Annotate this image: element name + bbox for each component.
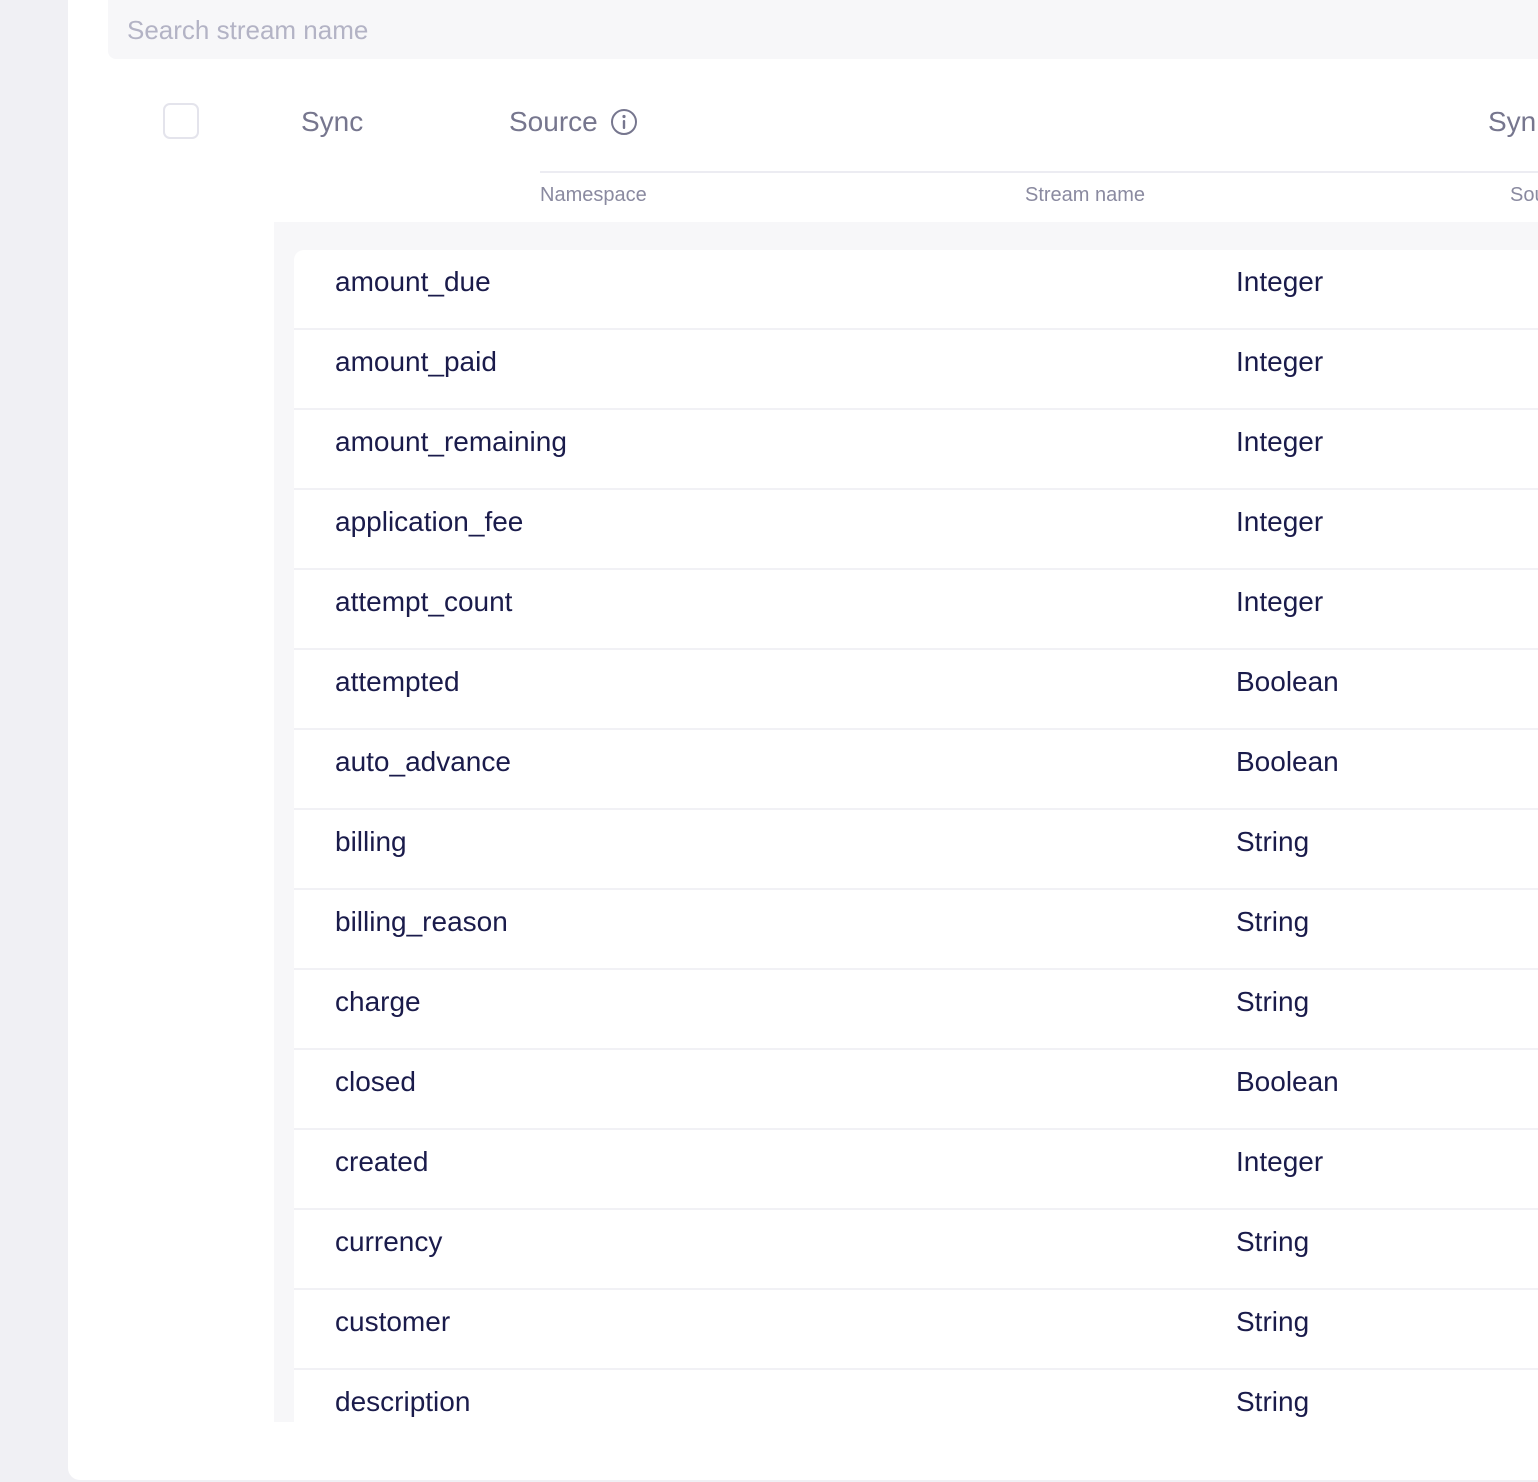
- field-type: String: [1236, 826, 1310, 857]
- field-name: amount_due: [335, 266, 491, 297]
- subheader-stream-name: Stream name: [1025, 184, 1146, 206]
- field-row[interactable]: closed Boolean: [294, 1050, 1538, 1130]
- field-name: closed: [335, 1066, 416, 1097]
- field-type: Integer: [1236, 426, 1324, 457]
- field-type: String: [1236, 1306, 1310, 1337]
- field-row[interactable]: auto_advance Boolean: [294, 730, 1538, 810]
- column-header-sync: Sync: [301, 106, 364, 137]
- field-type: Integer: [1236, 586, 1324, 617]
- field-row[interactable]: attempt_count Integer: [294, 570, 1538, 650]
- field-name: charge: [335, 986, 421, 1017]
- field-row[interactable]: charge String: [294, 970, 1538, 1050]
- field-type: String: [1236, 906, 1310, 937]
- column-header-sync-mode: Syn: [1488, 106, 1537, 137]
- search-stream-input[interactable]: [108, 0, 1538, 59]
- column-header-source: Source: [509, 106, 638, 138]
- field-row[interactable]: amount_due Integer: [294, 250, 1538, 330]
- field-row[interactable]: customer String: [294, 1290, 1538, 1370]
- field-type: Boolean: [1236, 1066, 1339, 1097]
- field-type: Integer: [1236, 346, 1324, 377]
- field-name: attempted: [335, 666, 460, 697]
- field-name: attempt_count: [335, 586, 513, 617]
- field-type: Integer: [1236, 266, 1324, 297]
- field-row[interactable]: created Integer: [294, 1130, 1538, 1210]
- field-name: amount_paid: [335, 346, 497, 377]
- field-row[interactable]: billing String: [294, 810, 1538, 890]
- column-header-source-label: Source: [509, 106, 598, 137]
- field-type: String: [1236, 1386, 1310, 1417]
- field-row[interactable]: description String: [294, 1370, 1538, 1422]
- page: Sync Source Syn Namespace Stream name So…: [0, 0, 1538, 1482]
- field-type: Boolean: [1236, 666, 1339, 697]
- field-name: currency: [335, 1226, 443, 1257]
- field-name: customer: [335, 1306, 451, 1337]
- field-name: auto_advance: [335, 746, 511, 777]
- field-row[interactable]: amount_remaining Integer: [294, 410, 1538, 490]
- fields-table: amount_due Integer amount_paid Integer amoun…: [294, 250, 1538, 1422]
- field-type: String: [1236, 1226, 1310, 1257]
- field-row[interactable]: attempted Boolean: [294, 650, 1538, 730]
- header-divider: [540, 171, 1538, 173]
- field-name: billing: [335, 826, 407, 857]
- field-name: amount_remaining: [335, 426, 567, 457]
- field-type: Integer: [1236, 506, 1324, 537]
- field-row[interactable]: billing_reason String: [294, 890, 1538, 970]
- field-name: created: [335, 1146, 429, 1177]
- fields-panel: amount_due Integer amount_paid Integer amoun…: [274, 222, 1538, 1422]
- subheader-namespace: Namespace: [540, 184, 647, 206]
- stream-config-card: Sync Source Syn Namespace Stream name So…: [68, 0, 1538, 1480]
- field-row[interactable]: amount_paid Integer: [294, 330, 1538, 410]
- info-circle-icon[interactable]: [610, 108, 638, 136]
- field-name: billing_reason: [335, 906, 508, 937]
- select-all-checkbox[interactable]: [163, 103, 199, 139]
- field-type: String: [1236, 986, 1310, 1017]
- field-type: Boolean: [1236, 746, 1339, 777]
- field-name: description: [335, 1386, 471, 1417]
- field-name: application_fee: [335, 506, 524, 537]
- field-row[interactable]: currency String: [294, 1210, 1538, 1290]
- field-row[interactable]: application_fee Integer: [294, 490, 1538, 570]
- subheader-source-field: Sou: [1510, 184, 1538, 206]
- field-type: Integer: [1236, 1146, 1324, 1177]
